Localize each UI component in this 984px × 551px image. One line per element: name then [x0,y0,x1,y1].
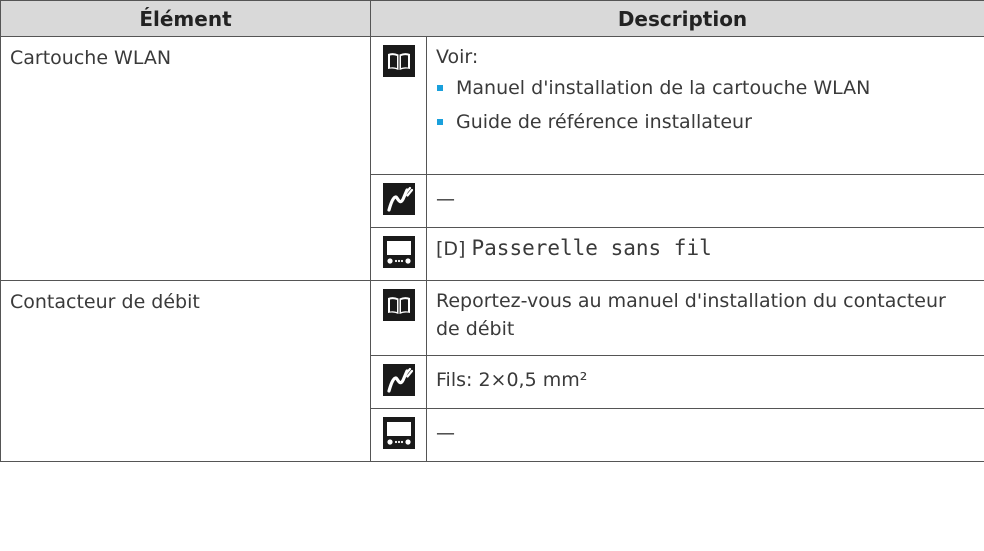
table-row: Cartouche WLAN Voir: Manuel d'installati… [0,36,984,281]
list-item-label: Guide de référence installateur [456,111,752,133]
book-icon [382,45,415,77]
menu-prefix: [D] [436,238,466,260]
book-icon [382,289,415,321]
element-name: Contacteur de débit [0,280,371,462]
list-item-label: Manuel d'installation de la cartouche WL… [456,77,871,99]
table-header-row: Élément Description [0,0,984,37]
description-cell: — [426,408,984,462]
menu-path: Passerelle sans fil [471,236,712,260]
component-table: Élément Description Cartouche WLAN Voir:… [0,0,984,462]
icon-cell [370,227,427,281]
icon-cell [370,174,427,228]
header-description: Description [370,0,984,37]
remote-controller-icon [382,236,415,268]
wire-icon [382,183,415,215]
list-item: Guide de référence installateur [436,111,984,133]
bullet-icon [437,119,443,125]
icon-cell [370,36,427,175]
element-name: Cartouche WLAN [0,36,371,281]
list-item: Manuel d'installation de la cartouche WL… [436,77,984,99]
description-text: Reportez-vous au manuel d'installation d… [436,290,946,340]
bullet-icon [437,85,443,91]
icon-cell [370,280,427,356]
description-text: Fils: 2×0,5 mm² [436,369,588,391]
description-cell: [D] Passerelle sans fil [426,227,984,281]
description-cell: Fils: 2×0,5 mm² [426,355,984,409]
description-cell: Reportez-vous au manuel d'installation d… [426,280,984,356]
header-element: Élément [0,0,371,37]
description-text: — [436,422,455,444]
reference-list: Manuel d'installation de la cartouche WL… [436,77,984,133]
icon-cell [370,355,427,409]
description-text: — [436,188,455,210]
remote-controller-icon [382,417,415,449]
icon-cell [370,408,427,462]
description-cell: — [426,174,984,228]
description-cell: Voir: Manuel d'installation de la cartou… [426,36,984,175]
wire-icon [382,364,415,396]
description-text: Voir: [436,46,479,68]
table-row: Contacteur de débit Reportez-vous au man… [0,280,984,462]
